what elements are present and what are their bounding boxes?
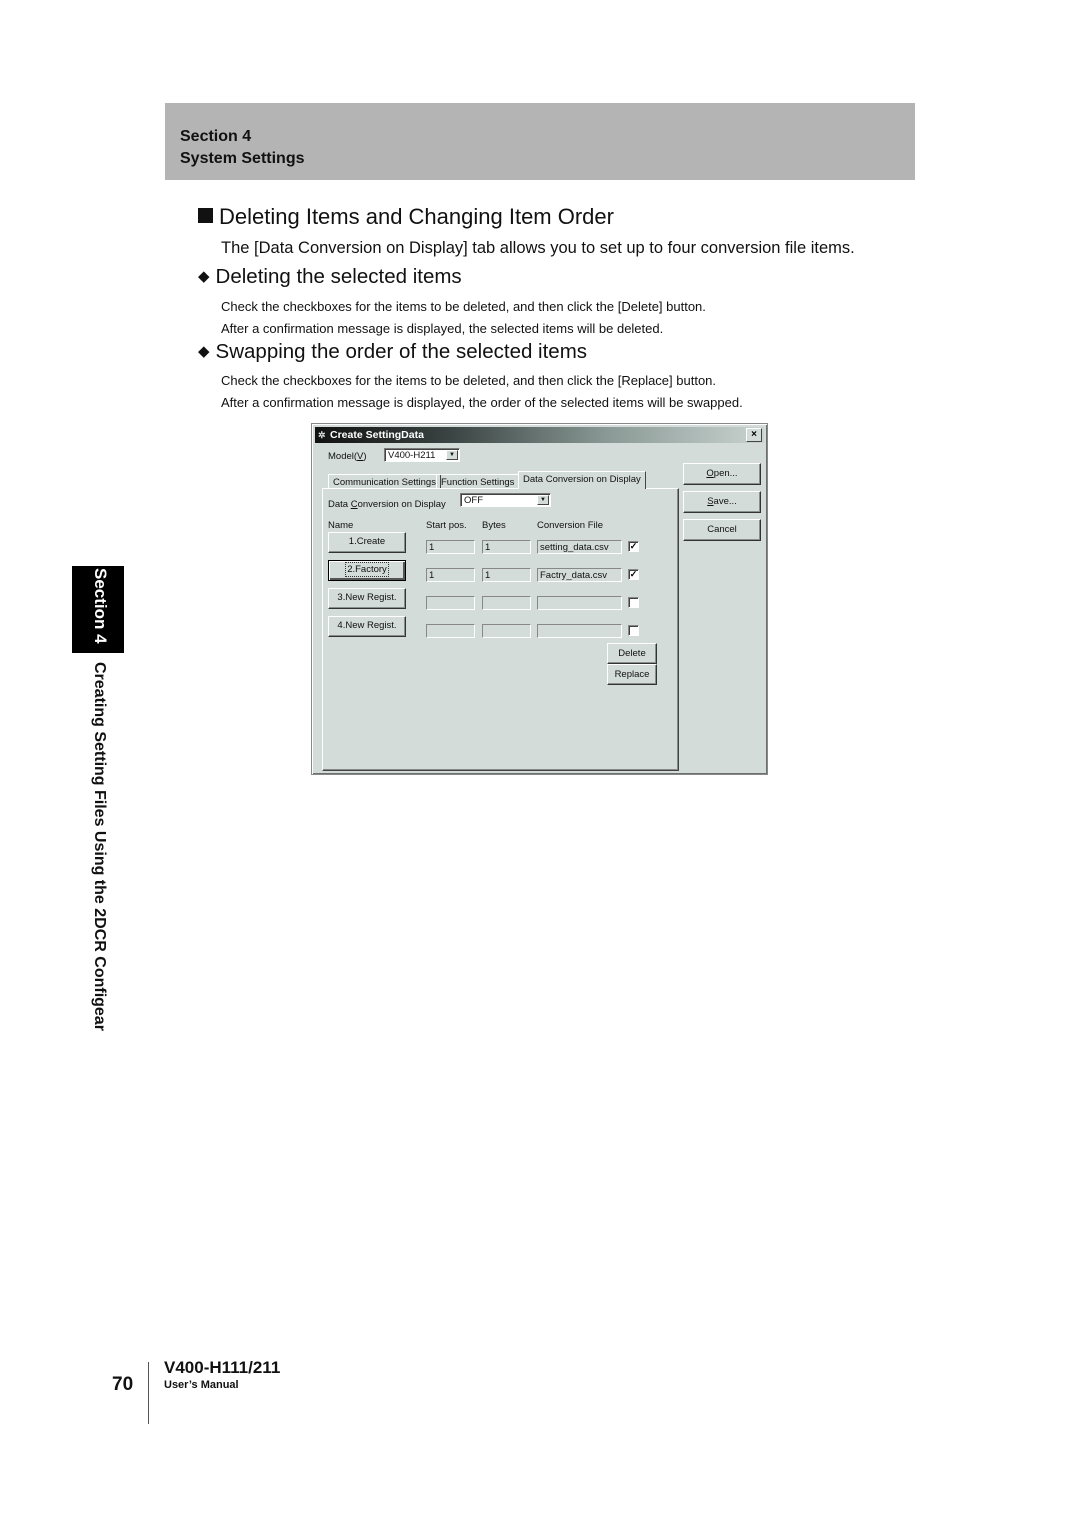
page-number: 70	[112, 1374, 134, 1395]
conversion-file-field-3[interactable]	[537, 596, 622, 610]
close-button[interactable]: ×	[746, 428, 762, 442]
replace-button[interactable]: Replace	[607, 664, 657, 685]
save-button[interactable]: Save...	[683, 491, 761, 513]
footer-model: V400-H111/211	[164, 1358, 281, 1377]
footer-manual-label: User’s Manual	[164, 1379, 239, 1391]
dialog-titlebar[interactable]: ✲ Create SettingData ×	[315, 427, 764, 443]
item-button-4[interactable]: 4.New Regist.	[328, 616, 406, 637]
side-chapter-title: Creating Setting Files Using the 2DCR Co…	[91, 662, 108, 1031]
app-icon: ✲	[318, 430, 326, 440]
subheading-swap: ◆ Swapping the order of the selected item…	[198, 340, 587, 364]
paragraph-line: After a confirmation message is displaye…	[221, 321, 664, 336]
column-header-name: Name	[328, 520, 354, 531]
model-label: Model(V)	[328, 451, 367, 462]
tab-function-settings[interactable]: Function Settings	[436, 474, 520, 489]
start-pos-field-1[interactable]: 1	[426, 540, 475, 554]
subheading-delete-text: Deleting the selected items	[215, 265, 462, 288]
tab-communication-settings[interactable]: Communication Settings	[328, 474, 441, 489]
section-title: System Settings	[180, 150, 305, 167]
data-conversion-select[interactable]: OFF ▼	[460, 493, 551, 507]
delete-button[interactable]: Delete	[607, 643, 657, 664]
footer-divider	[148, 1362, 149, 1424]
open-button[interactable]: Open...	[683, 463, 761, 485]
paragraph-line: Check the checkboxes for the items to be…	[221, 299, 706, 314]
tab-data-conversion-on-display[interactable]: Data Conversion on Display	[518, 471, 646, 489]
column-header-conversion-file: Conversion File	[537, 520, 603, 531]
subheading-swap-text: Swapping the order of the selected items	[215, 340, 588, 363]
start-pos-field-2[interactable]: 1	[426, 568, 475, 582]
data-conversion-label: Data Conversion on Display	[328, 499, 446, 510]
section-header-band: Section 4 System Settings	[165, 103, 915, 180]
item-checkbox-3[interactable]	[628, 597, 639, 608]
intro-text: The [Data Conversion on Display] tab all…	[221, 239, 855, 257]
start-pos-field-4[interactable]	[426, 624, 475, 638]
main-heading: Deleting Items and Changing Item Order	[198, 204, 614, 230]
side-section-label: Section 4	[91, 568, 110, 644]
diamond-bullet-icon: ◆	[198, 268, 210, 285]
item-checkbox-4[interactable]	[628, 625, 639, 636]
model-select[interactable]: V400-H211 ▼	[384, 448, 460, 462]
conversion-file-field-4[interactable]	[537, 624, 622, 638]
section-number: Section 4	[180, 128, 252, 145]
start-pos-field-3[interactable]	[426, 596, 475, 610]
main-heading-text: Deleting Items and Changing Item Order	[219, 204, 614, 229]
column-header-bytes: Bytes	[482, 520, 506, 531]
diamond-bullet-icon: ◆	[198, 343, 210, 360]
subheading-delete: ◆ Deleting the selected items	[198, 265, 462, 289]
paragraph-line: Check the checkboxes for the items to be…	[221, 373, 717, 388]
cancel-button[interactable]: Cancel	[683, 519, 761, 541]
create-settingdata-dialog: ✲ Create SettingData × Model(V) V400-H211…	[311, 423, 768, 775]
bytes-field-1[interactable]: 1	[482, 540, 531, 554]
column-header-start-pos: Start pos.	[426, 520, 467, 531]
dropdown-arrow-icon[interactable]: ▼	[446, 450, 458, 460]
paragraph-line: After a confirmation message is displaye…	[221, 395, 743, 410]
item-button-1[interactable]: 1.Create	[328, 532, 406, 553]
item-button-3[interactable]: 3.New Regist.	[328, 588, 406, 609]
model-select-value: V400-H211	[388, 450, 436, 461]
item-checkbox-1[interactable]: ✓	[628, 541, 639, 552]
conversion-file-field-1[interactable]: setting_data.csv	[537, 540, 622, 554]
item-checkbox-2[interactable]: ✓	[628, 569, 639, 580]
bytes-field-2[interactable]: 1	[482, 568, 531, 582]
dropdown-arrow-icon[interactable]: ▼	[537, 495, 549, 505]
bytes-field-3[interactable]	[482, 596, 531, 610]
square-bullet-icon	[198, 208, 213, 223]
dialog-title: Create SettingData	[330, 429, 424, 441]
bytes-field-4[interactable]	[482, 624, 531, 638]
conversion-file-field-2[interactable]: Factry_data.csv	[537, 568, 622, 582]
data-conversion-value: OFF	[464, 495, 483, 506]
item-button-2[interactable]: 2.Factory	[328, 560, 406, 581]
